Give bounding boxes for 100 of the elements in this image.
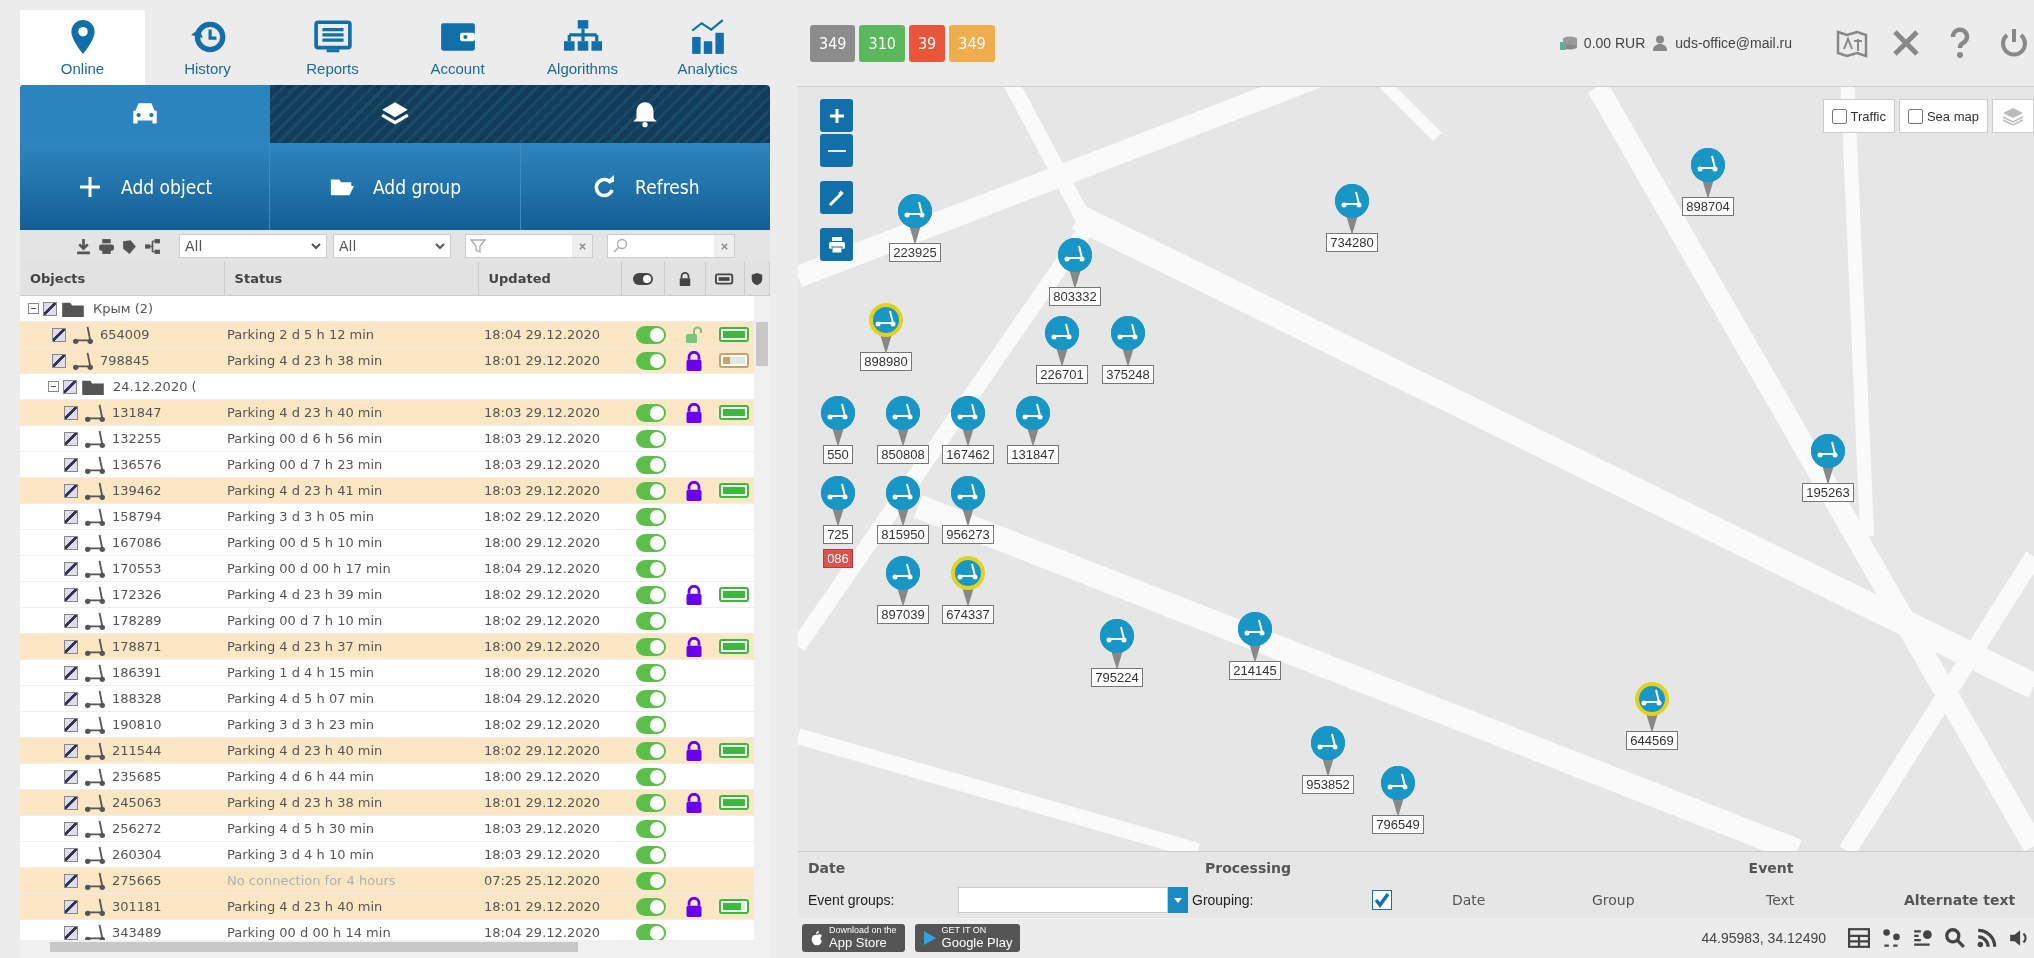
object-row[interactable]: 132255 Parking 00 d 6 h 56 min 18:03 29.12.2020 [20, 426, 754, 452]
app-store-badge[interactable]: Download on the App Store [802, 924, 905, 952]
object-row[interactable]: 798845 Parking 4 d 23 h 38 min 18:01 29.12.2020 [20, 348, 754, 374]
map-layer-checkbox[interactable]: Traffic [1822, 99, 1895, 133]
marker-label[interactable]: 725 [823, 525, 853, 544]
measure-button[interactable] [820, 181, 853, 214]
object-row[interactable]: 654009 Parking 2 d 5 h 12 min 18:04 29.12.2020 [20, 322, 754, 348]
track-icon[interactable] [1912, 927, 1934, 949]
marker-label[interactable]: 795224 [1091, 668, 1143, 687]
marker-label[interactable]: 898980 [860, 352, 912, 371]
toggle-switch[interactable] [636, 767, 666, 786]
checkbox[interactable] [64, 587, 78, 602]
vertical-scrollbar[interactable] [754, 296, 770, 940]
marker-label[interactable]: 956273 [942, 525, 994, 544]
checkbox[interactable] [43, 301, 57, 316]
marker-label[interactable]: 131847 [1007, 445, 1059, 464]
checkbox[interactable] [64, 795, 78, 810]
marker-label[interactable]: 226701 [1036, 365, 1088, 384]
object-row[interactable]: 186391 Parking 1 d 4 h 15 min 18:00 29.12.2020 [20, 660, 754, 686]
checkbox[interactable] [64, 717, 78, 732]
marker-label[interactable]: 644569 [1626, 731, 1678, 750]
column-header[interactable]: Objects [20, 262, 225, 295]
toggle-switch[interactable] [636, 793, 666, 812]
marker-label[interactable]: 803332 [1049, 287, 1101, 306]
toggle-switch[interactable] [636, 611, 666, 630]
checkbox[interactable] [64, 405, 78, 420]
marker-label[interactable]: 214145 [1229, 661, 1281, 680]
object-row[interactable]: 211544 Parking 4 d 23 h 40 min 18:02 29.12.2020 [20, 738, 754, 764]
toggle-switch[interactable] [636, 689, 666, 708]
object-row[interactable]: 131847 Parking 4 d 23 h 40 min 18:03 29.12.2020 [20, 400, 754, 426]
toggle-switch[interactable] [636, 819, 666, 838]
group-name[interactable]: 24.12.2020 ( [113, 379, 197, 394]
nav-tab[interactable]: Online [20, 10, 145, 85]
checkbox[interactable] [64, 899, 78, 914]
filter-field[interactable] [465, 234, 593, 258]
checkbox[interactable] [64, 561, 78, 576]
toggle-switch[interactable] [636, 455, 666, 474]
layers-icon[interactable] [2001, 106, 2025, 126]
hierarchy-icon[interactable] [144, 237, 161, 255]
toggle-switch[interactable] [636, 663, 666, 682]
tags-icon[interactable] [121, 237, 138, 255]
print-icon[interactable] [98, 237, 115, 255]
object-filter-dropdown[interactable]: All [179, 234, 327, 258]
checkbox[interactable] [64, 821, 78, 836]
toggle-switch[interactable] [636, 637, 666, 656]
toggle-switch[interactable] [636, 507, 666, 526]
rss-icon[interactable] [1976, 927, 1998, 949]
marker-label[interactable]: 375248 [1102, 365, 1154, 384]
marker-label[interactable]: 815950 [877, 525, 929, 544]
checkbox[interactable] [64, 873, 78, 888]
collapse-icon[interactable] [48, 381, 59, 392]
route-icon[interactable] [1880, 927, 1902, 949]
toggle-switch[interactable] [636, 325, 666, 344]
object-row[interactable]: 245063 Parking 4 d 23 h 38 min 18:01 29.12.2020 [20, 790, 754, 816]
download-icon[interactable] [75, 237, 92, 255]
object-row[interactable]: 275665 No connection for 4 hours 07:25 25.12.2020 [20, 868, 754, 894]
checkbox[interactable] [64, 665, 78, 680]
zoom-out-button[interactable] [820, 134, 853, 167]
toggle-switch[interactable] [636, 403, 666, 422]
marker-label[interactable]: 953852 [1302, 775, 1354, 794]
checkbox[interactable] [64, 743, 78, 758]
marker-label[interactable]: 850808 [877, 445, 929, 464]
marker-label[interactable]: 086 [823, 549, 853, 568]
checkbox[interactable] [64, 457, 78, 472]
object-row[interactable]: 139462 Parking 4 d 23 h 41 min 18:03 29.12.2020 [20, 478, 754, 504]
marker-label[interactable]: 897039 [877, 605, 929, 624]
checkbox[interactable] [64, 483, 78, 498]
print-button[interactable] [820, 228, 853, 261]
status-filter-dropdown[interactable]: All [333, 234, 451, 258]
object-row[interactable]: 301181 Parking 4 d 23 h 40 min 18:01 29.12.2020 [20, 894, 754, 920]
marker-label[interactable]: 734280 [1326, 233, 1378, 252]
object-row[interactable]: 172326 Parking 4 d 23 h 39 min 18:02 29.12.2020 [20, 582, 754, 608]
nav-tab[interactable]: History [145, 10, 270, 85]
checkbox[interactable] [64, 613, 78, 628]
toggle-switch[interactable] [636, 897, 666, 916]
toggle-switch[interactable] [636, 871, 666, 890]
table-icon[interactable] [1848, 927, 1870, 949]
checkbox[interactable] [64, 691, 78, 706]
google-play-badge[interactable]: GET IT ON Google Play [914, 924, 1021, 952]
checkbox[interactable] [64, 431, 78, 446]
toggle-switch[interactable] [636, 845, 666, 864]
dropdown-button[interactable] [1168, 887, 1188, 913]
toggle-switch[interactable] [636, 429, 666, 448]
clear-button[interactable] [572, 235, 592, 257]
checkbox[interactable] [64, 509, 78, 524]
toggle-switch[interactable] [636, 351, 666, 370]
street-map-drawing[interactable] [798, 87, 2034, 851]
nav-tab[interactable]: Reports [270, 10, 395, 85]
marker-label[interactable]: 167462 [942, 445, 994, 464]
checkbox[interactable] [64, 535, 78, 550]
marker-label[interactable]: 550 [823, 445, 853, 464]
object-row[interactable]: 170553 Parking 00 d 00 h 17 min 18:04 29.12.2020 [20, 556, 754, 582]
marker-label[interactable]: 223925 [889, 243, 941, 262]
nav-tab[interactable]: Algorithms [520, 10, 645, 85]
nav-tab[interactable]: Analytics [645, 10, 770, 85]
object-row[interactable]: 167086 Parking 00 d 5 h 10 min 18:00 29.12.2020 [20, 530, 754, 556]
search-field[interactable] [607, 234, 735, 258]
zoom-in-button[interactable] [820, 99, 853, 132]
toggle-switch[interactable] [636, 923, 666, 940]
column-header[interactable]: Status [224, 262, 479, 295]
